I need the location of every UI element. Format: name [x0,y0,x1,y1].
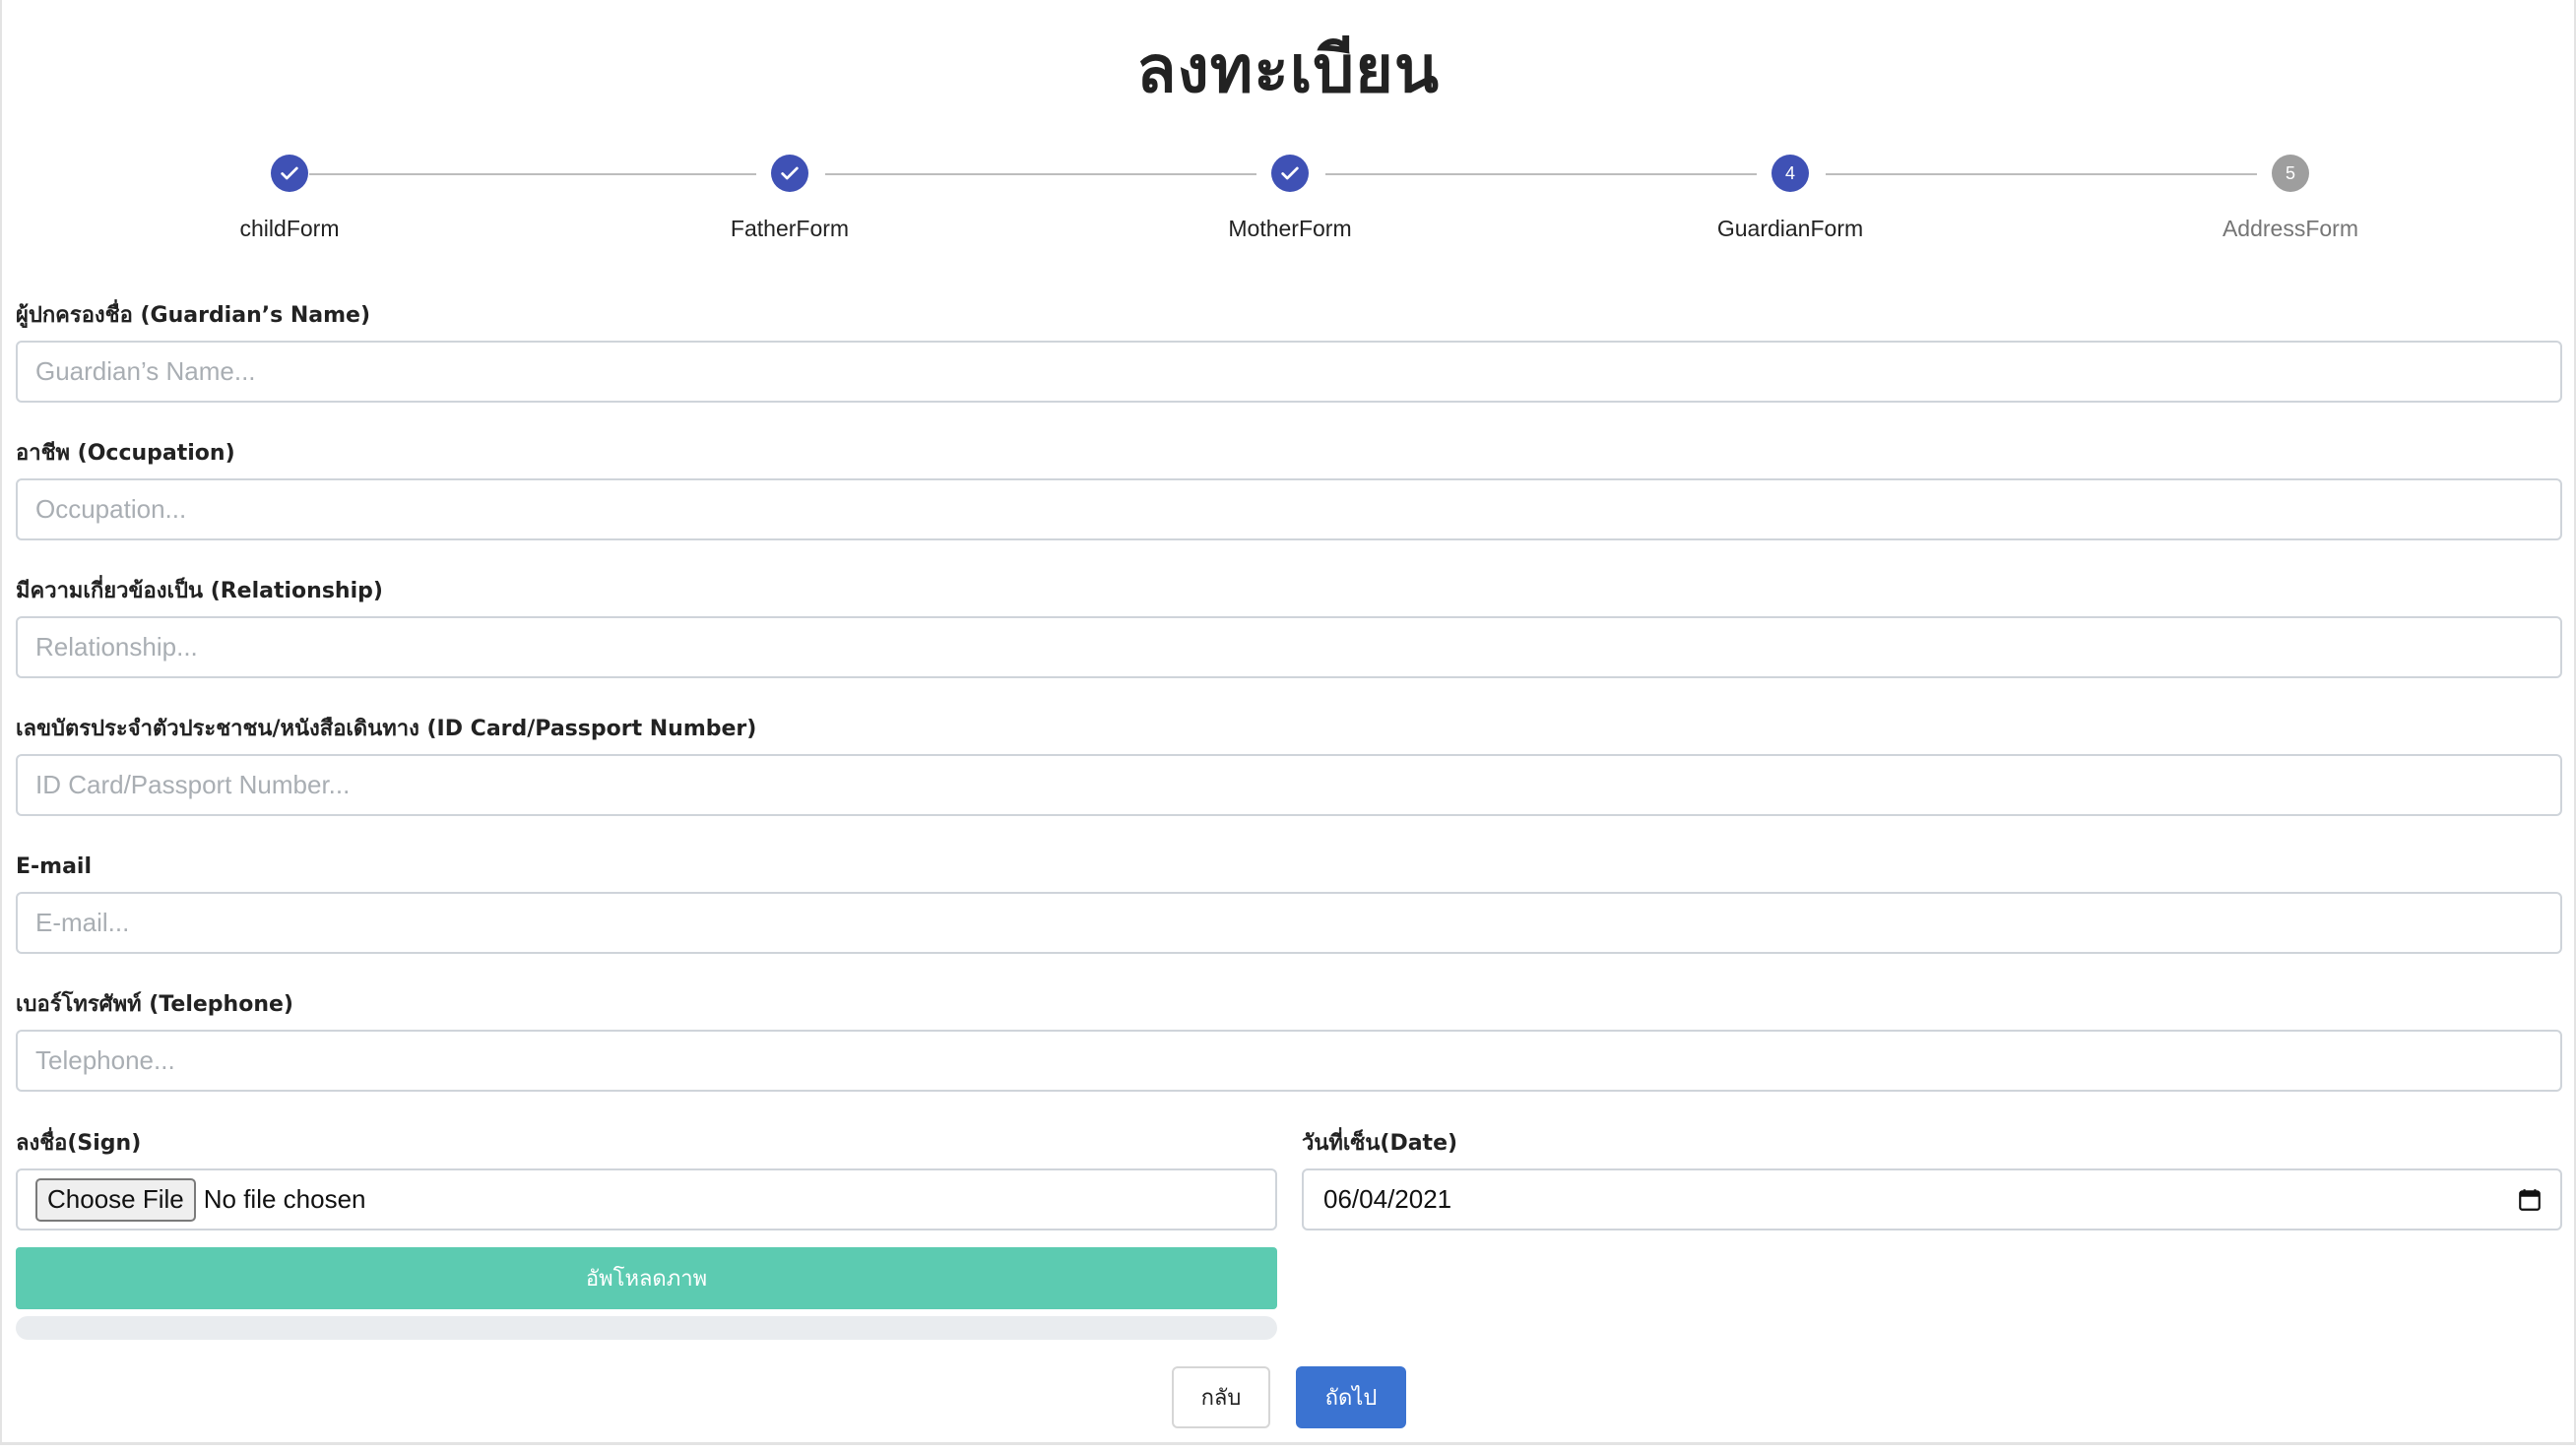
sign-label: ลงชื่อ(Sign) [16,1131,142,1156]
occupation-label: อาชีพ (Occupation) [16,441,235,466]
check-icon [1271,155,1309,192]
date-value: 06/04/2021 [1323,1184,1452,1214]
email-group: E-mail [16,852,2562,954]
file-status-text: No file chosen [203,1184,366,1214]
relationship-group: มีความเกี่ยวข้องเป็น (Relationship) [16,577,2562,678]
telephone-group: เบอร์โทรศัพท์ (Telephone) [16,990,2562,1092]
guardian-name-input[interactable] [16,341,2562,403]
occupation-group: อาชีพ (Occupation) [16,439,2562,540]
email-input[interactable] [16,892,2562,954]
guardian-name-group: ผู้ปกครองชื่อ (Guardian’s Name) [16,301,2562,403]
id-card-input[interactable] [16,754,2562,816]
calendar-icon[interactable] [2517,1187,2543,1213]
choose-file-button[interactable]: Choose File [35,1177,196,1222]
relationship-input[interactable] [16,616,2562,678]
step-guardian-form[interactable]: 4 GuardianForm [1642,150,1938,242]
check-icon [771,155,808,192]
id-card-group: เลขบัตรประจำตัวประชาชน/หนังสือเดินทาง (I… [16,715,2562,816]
step-mother-form[interactable]: MotherForm [1142,150,1438,242]
step-number: 4 [1771,155,1809,192]
step-label: childForm [239,216,340,241]
occupation-input[interactable] [16,478,2562,540]
relationship-label: มีความเกี่ยวข้องเป็น (Relationship) [16,579,383,603]
next-button[interactable]: ถัดไป [1296,1366,1406,1428]
date-label: วันที่เซ็น(Date) [1302,1131,1458,1156]
step-label: GuardianForm [1716,216,1864,241]
page-title: ลงทะเบียน [1136,32,1440,107]
email-label: E-mail [16,854,93,879]
upload-image-button[interactable]: อัพโหลดภาพ [16,1247,1277,1309]
progress-stepper: childForm FatherForm MotherForm 4 Guardi… [0,150,2576,258]
upload-progress-bar [16,1316,1277,1340]
step-child-form[interactable]: childForm [142,150,437,242]
id-card-label: เลขบัตรประจำตัวประชาชน/หนังสือเดินทาง (I… [16,717,757,741]
check-icon [271,155,308,192]
step-label: FatherForm [730,216,850,241]
step-label: AddressForm [2222,216,2359,241]
step-father-form[interactable]: FatherForm [642,150,937,242]
telephone-label: เบอร์โทรศัพท์ (Telephone) [16,992,293,1017]
sign-group: ลงชื่อ(Sign) Choose File No file chosen [16,1129,1277,1230]
date-input[interactable]: 06/04/2021 [1302,1168,2562,1230]
date-group: วันที่เซ็น(Date) 06/04/2021 [1302,1129,2562,1230]
back-button[interactable]: กลับ [1172,1366,1270,1428]
step-number: 5 [2272,155,2309,192]
step-label: MotherForm [1228,216,1352,241]
telephone-input[interactable] [16,1030,2562,1092]
sign-file-input[interactable]: Choose File No file chosen [16,1168,1277,1230]
step-address-form[interactable]: 5 AddressForm [2143,150,2438,242]
guardian-name-label: ผู้ปกครองชื่อ (Guardian’s Name) [16,303,371,328]
